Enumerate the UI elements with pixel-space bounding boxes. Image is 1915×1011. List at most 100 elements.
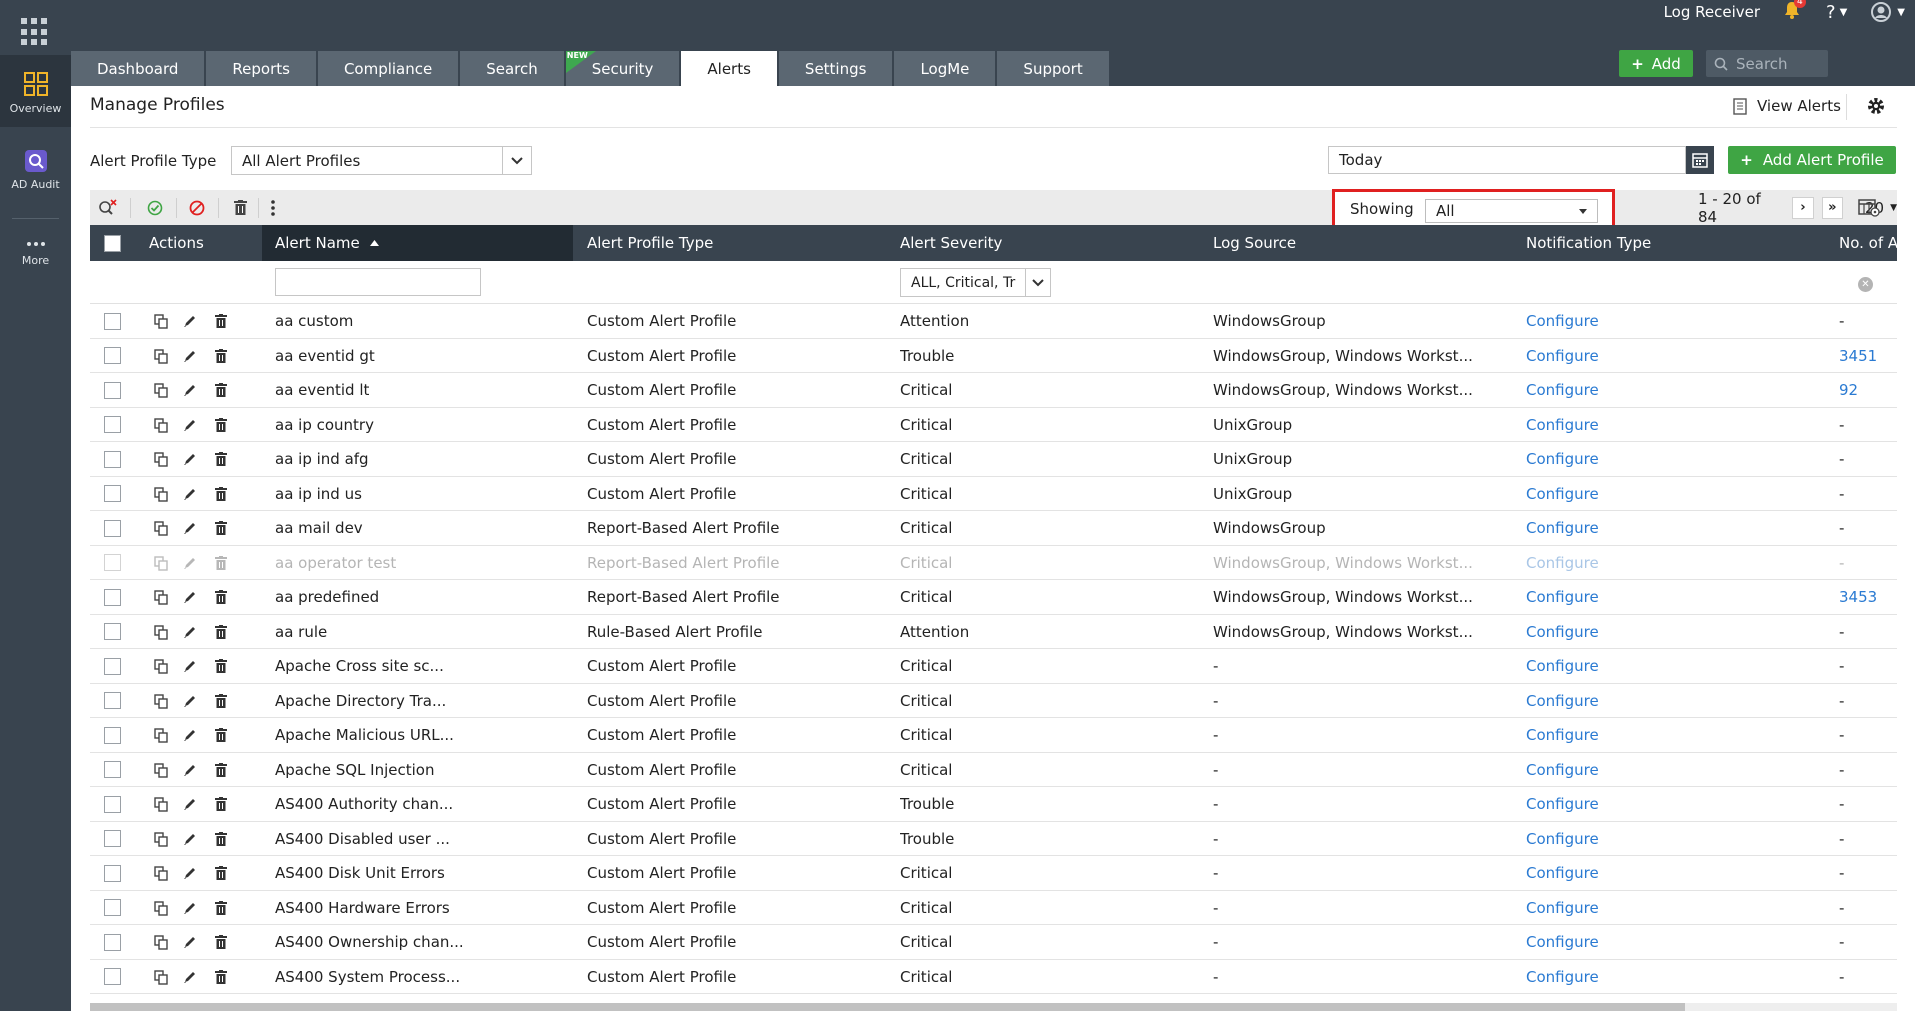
row-checkbox[interactable]	[104, 312, 121, 330]
configure-link[interactable]: Configure	[1526, 856, 1599, 890]
column-header-severity[interactable]: Alert Severity	[900, 225, 1002, 261]
alert-count-cell[interactable]: 3453	[1839, 580, 1877, 614]
copy-icon[interactable]	[154, 521, 168, 540]
alert-name-cell[interactable]: aa ip ind us	[275, 477, 362, 511]
table-row[interactable]: AS400 Disk Unit Errors Custom Alert Profi…	[90, 856, 1897, 891]
tab-reports[interactable]: Reports	[206, 51, 316, 86]
table-row[interactable]: aa eventid lt Custom Alert Profile Critica…	[90, 373, 1897, 408]
alert-name-cell[interactable]: aa rule	[275, 615, 327, 649]
table-row[interactable]: aa custom Custom Alert Profile Attention Wi…	[90, 304, 1897, 339]
configure-link[interactable]: Configure	[1526, 546, 1599, 580]
trash-icon[interactable]	[215, 417, 227, 436]
table-row[interactable]: AS400 Disabled user ... Custom Alert Prof…	[90, 822, 1897, 856]
chevron-down-icon[interactable]: ▼	[1897, 7, 1905, 18]
tab-logme[interactable]: LogMe	[894, 51, 996, 86]
trash-icon[interactable]	[215, 935, 227, 953]
trash-icon[interactable]	[215, 486, 227, 505]
table-row[interactable]: aa ip country Custom Alert Profile Critica…	[90, 408, 1897, 442]
avatar-icon[interactable]	[1871, 2, 1892, 22]
configure-link[interactable]: Configure	[1526, 339, 1599, 373]
column-header-profile-type[interactable]: Alert Profile Type	[587, 225, 713, 261]
configure-link[interactable]: Configure	[1526, 477, 1599, 511]
row-checkbox[interactable]	[104, 554, 121, 571]
alert-name-filter-input[interactable]	[275, 268, 481, 296]
alert-name-cell[interactable]: aa operator test	[275, 546, 396, 580]
edit-icon[interactable]	[183, 659, 197, 677]
last-page-button[interactable]: »	[1821, 196, 1843, 219]
trash-icon[interactable]	[215, 452, 227, 470]
rail-item-overview[interactable]: Overview	[0, 55, 71, 127]
table-row[interactable]: AS400 System Process... Custom Alert Prof…	[90, 960, 1897, 994]
edit-icon[interactable]	[183, 797, 197, 815]
row-checkbox[interactable]	[104, 588, 121, 606]
trash-icon[interactable]	[215, 314, 227, 332]
chevron-down-icon[interactable]: ▼	[1840, 7, 1848, 18]
row-checkbox[interactable]	[104, 761, 121, 778]
alert-name-cell[interactable]: Apache Malicious URL...	[275, 718, 454, 752]
alert-name-cell[interactable]: Apache Cross site sc...	[275, 649, 444, 683]
row-checkbox[interactable]	[104, 830, 121, 847]
copy-icon[interactable]	[154, 900, 168, 920]
table-row[interactable]: Apache Cross site sc... Custom Alert Prof…	[90, 649, 1897, 684]
copy-icon[interactable]	[154, 797, 168, 816]
trash-icon[interactable]	[215, 590, 227, 608]
copy-icon[interactable]	[154, 659, 168, 678]
configure-link[interactable]: Configure	[1526, 787, 1599, 821]
table-row[interactable]: aa ip ind us Custom Alert Profile Critical…	[90, 477, 1897, 511]
table-row[interactable]: AS400 Authority chan... Custom Alert Prof…	[90, 787, 1897, 822]
column-header-alert-count[interactable]: No. of Al	[1839, 225, 1897, 261]
configure-link[interactable]: Configure	[1526, 960, 1599, 994]
copy-icon[interactable]	[154, 383, 168, 402]
row-checkbox[interactable]	[104, 485, 121, 502]
alert-name-cell[interactable]: aa ip ind afg	[275, 442, 369, 476]
configure-link[interactable]: Configure	[1526, 649, 1599, 683]
row-checkbox[interactable]	[104, 416, 121, 433]
search-input[interactable]: Search	[1706, 50, 1828, 77]
row-checkbox[interactable]	[104, 795, 121, 813]
notifications-button[interactable]: 4	[1784, 0, 1806, 23]
product-name[interactable]: Log Receiver	[1664, 3, 1760, 21]
row-checkbox[interactable]	[104, 347, 121, 364]
date-range-input[interactable]: Today	[1328, 146, 1686, 174]
configure-link[interactable]: Configure	[1526, 511, 1599, 545]
table-row[interactable]: AS400 Ownership chan... Custom Alert Prof…	[90, 925, 1897, 960]
row-checkbox[interactable]	[104, 381, 121, 399]
column-chooser-icon[interactable]	[1858, 199, 1880, 217]
table-row[interactable]: AS400 Hardware Errors Custom Alert Profil…	[90, 891, 1897, 925]
trash-icon[interactable]	[215, 555, 227, 574]
configure-link[interactable]: Configure	[1526, 373, 1599, 407]
search-filter-icon[interactable]	[98, 199, 118, 217]
gear-icon[interactable]	[1866, 96, 1886, 116]
trash-icon[interactable]	[215, 831, 227, 850]
trash-icon[interactable]	[215, 762, 227, 781]
trash-icon[interactable]	[234, 200, 247, 215]
trash-icon[interactable]	[215, 521, 227, 539]
trash-icon[interactable]	[215, 693, 227, 712]
edit-icon[interactable]	[183, 521, 197, 539]
copy-icon[interactable]	[154, 762, 168, 782]
edit-icon[interactable]	[183, 314, 197, 332]
alert-name-cell[interactable]: AS400 System Process...	[275, 960, 460, 994]
table-row[interactable]: aa operator test Report-Based Alert Profi…	[90, 546, 1897, 580]
copy-icon[interactable]	[154, 348, 168, 368]
row-checkbox[interactable]	[104, 933, 121, 951]
configure-link[interactable]: Configure	[1526, 822, 1599, 856]
trash-icon[interactable]	[215, 866, 227, 884]
view-alerts-link[interactable]: View Alerts	[1733, 97, 1841, 115]
add-alert-profile-button[interactable]: + Add Alert Profile	[1728, 146, 1896, 174]
row-checkbox[interactable]	[104, 864, 121, 882]
alert-name-cell[interactable]: aa predefined	[275, 580, 379, 614]
copy-icon[interactable]	[154, 452, 168, 471]
trash-icon[interactable]	[215, 348, 227, 367]
calendar-button[interactable]	[1686, 146, 1714, 174]
edit-icon[interactable]	[183, 901, 197, 919]
configure-link[interactable]: Configure	[1526, 304, 1599, 338]
tab-dashboard[interactable]: Dashboard	[71, 51, 205, 86]
next-page-button[interactable]: ›	[1792, 196, 1814, 219]
alert-name-cell[interactable]: aa eventid gt	[275, 339, 375, 373]
column-header-notification-type[interactable]: Notification Type	[1526, 225, 1651, 261]
edit-icon[interactable]	[183, 832, 197, 850]
column-header-log-source[interactable]: Log Source	[1213, 225, 1296, 261]
edit-icon[interactable]	[183, 866, 197, 884]
edit-icon[interactable]	[183, 728, 197, 746]
